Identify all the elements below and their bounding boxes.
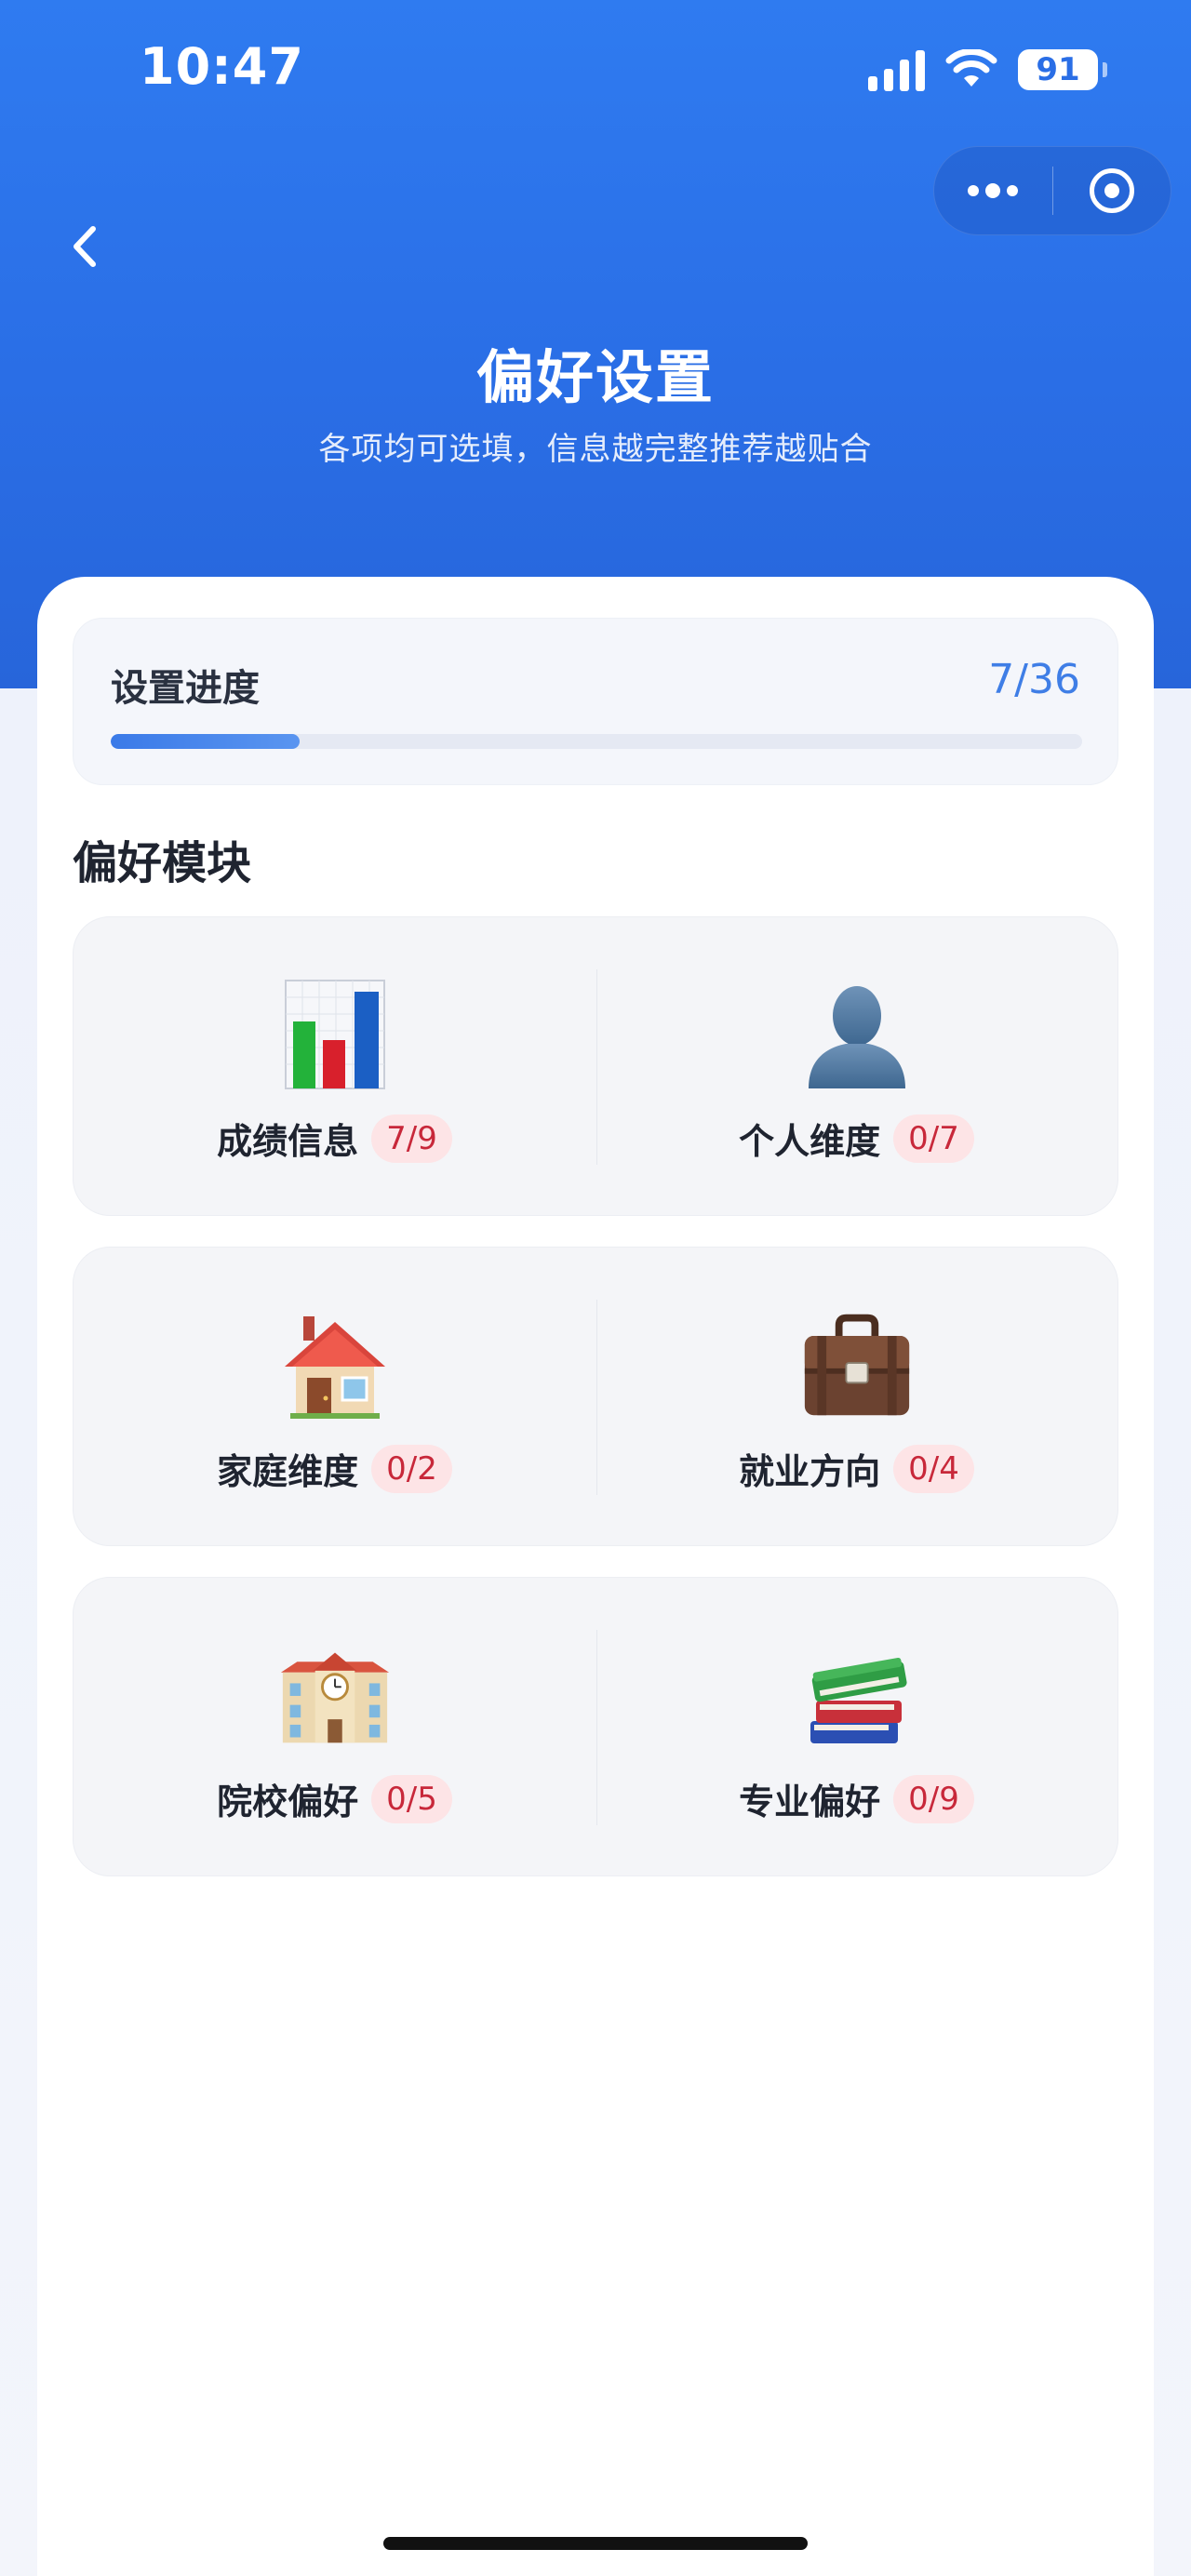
module-footer: 专业偏好 0/9 — [596, 1773, 1117, 1824]
page: 10:47 91 偏好设置 各项均可选填，信息越完整推荐越贴合 设置进度 7/3… — [0, 0, 1191, 2576]
module-card-majors[interactable]: 专业偏好 0/9 — [596, 1578, 1117, 1877]
books-icon — [801, 1639, 913, 1751]
section-title: 偏好模块 — [73, 837, 252, 889]
module-footer: 成绩信息 7/9 — [74, 1113, 596, 1164]
battery-level: 91 — [1036, 51, 1080, 88]
battery-icon: 91 — [1018, 49, 1107, 90]
module-footer: 院校偏好 0/5 — [74, 1773, 596, 1824]
target-icon — [1089, 168, 1134, 213]
module-name: 家庭维度 — [217, 1451, 359, 1492]
module-badge: 0/7 — [893, 1114, 974, 1163]
module-card-family[interactable]: 家庭维度 0/2 — [74, 1248, 596, 1547]
module-name: 个人维度 — [739, 1121, 881, 1162]
status-time: 10:47 — [140, 37, 304, 96]
progress-count: 7/36 — [988, 656, 1080, 703]
module-badge: 0/4 — [893, 1444, 974, 1493]
module-row: 院校偏好 0/5 专业偏好 0/9 — [73, 1577, 1118, 1876]
wifi-icon — [945, 49, 997, 87]
module-name: 院校偏好 — [217, 1782, 359, 1822]
cellular-signal-icon — [868, 48, 925, 91]
person-silhouette-icon — [801, 979, 913, 1090]
more-button[interactable] — [934, 146, 1052, 235]
module-footer: 就业方向 0/4 — [596, 1443, 1117, 1494]
module-badge: 7/9 — [371, 1114, 452, 1163]
house-icon — [279, 1309, 391, 1421]
module-name: 专业偏好 — [739, 1782, 881, 1822]
more-icon — [968, 183, 1019, 198]
module-card-career[interactable]: 就业方向 0/4 — [596, 1248, 1117, 1547]
progress-track — [111, 734, 1082, 749]
module-card-personal[interactable]: 个人维度 0/7 — [596, 917, 1117, 1217]
module-card-schools[interactable]: 院校偏好 0/5 — [74, 1578, 596, 1877]
page-subtitle: 各项均可选填，信息越完整推荐越贴合 — [318, 431, 873, 468]
module-row: 家庭维度 0/2 就业方向 0/4 — [73, 1247, 1118, 1546]
page-title: 偏好设置 — [475, 343, 715, 411]
module-footer: 家庭维度 0/2 — [74, 1443, 596, 1494]
module-card-scores[interactable]: 成绩信息 7/9 — [74, 917, 596, 1217]
briefcase-icon — [801, 1309, 913, 1421]
status-icons: 91 — [868, 47, 1107, 93]
module-name: 成绩信息 — [217, 1121, 359, 1162]
module-name: 就业方向 — [739, 1451, 881, 1492]
back-button[interactable] — [52, 214, 117, 279]
module-badge: 0/5 — [371, 1774, 452, 1823]
home-indicator — [383, 2537, 808, 2550]
module-row: 成绩信息 7/9 个人维度 0/7 — [73, 916, 1118, 1216]
school-building-icon — [279, 1639, 391, 1751]
close-miniprogram-button[interactable] — [1052, 146, 1171, 235]
bar-chart-icon — [279, 979, 391, 1090]
module-badge: 0/9 — [893, 1774, 974, 1823]
chevron-left-icon — [74, 226, 96, 267]
miniprogram-capsule — [933, 146, 1171, 235]
module-badge: 0/2 — [371, 1444, 452, 1493]
progress-fill — [111, 734, 300, 749]
progress-label: 设置进度 — [111, 667, 260, 710]
progress-panel: 设置进度 7/36 — [73, 618, 1118, 785]
module-footer: 个人维度 0/7 — [596, 1113, 1117, 1164]
